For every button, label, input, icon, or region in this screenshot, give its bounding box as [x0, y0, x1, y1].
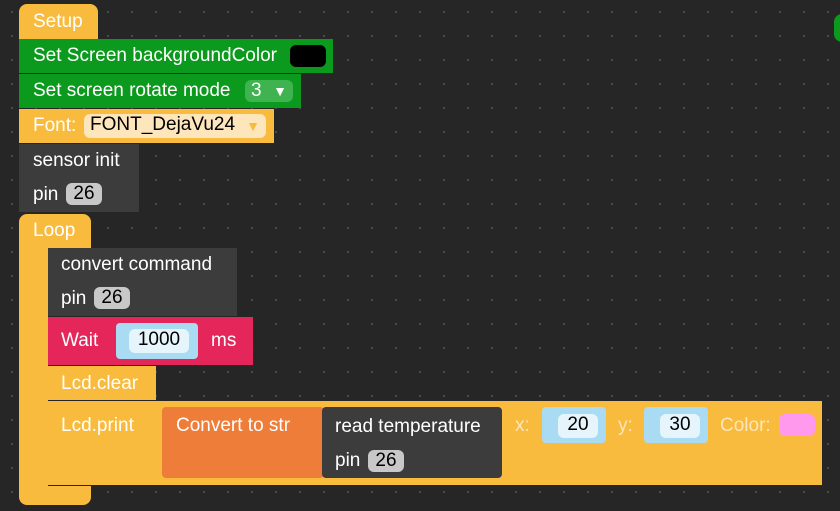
set-background-color-block[interactable]: Set Screen backgroundColor	[19, 39, 333, 73]
wait-value: 1000	[137, 329, 181, 350]
read-temperature-block[interactable]: read temperature pin 26	[322, 407, 502, 478]
convert-pin-label: pin	[61, 288, 87, 309]
sensor-init-label: sensor init	[33, 150, 120, 171]
font-block[interactable]: Font: FONT_DejaVu24 ▼	[19, 109, 274, 143]
setup-hat-block[interactable]: Setup	[19, 4, 98, 40]
rotate-mode-label: Set screen rotate mode	[33, 80, 231, 101]
read-pin-label: pin	[335, 450, 361, 471]
x-label: x:	[515, 415, 530, 436]
offscreen-block-fragment	[834, 14, 840, 42]
read-pin-input[interactable]: 26	[368, 450, 404, 472]
setup-label: Setup	[33, 11, 83, 32]
convert-pin-input[interactable]: 26	[94, 287, 130, 309]
font-dropdown[interactable]: FONT_DejaVu24 ▼	[84, 114, 266, 138]
lcd-clear-block[interactable]: Lcd.clear	[48, 366, 156, 400]
font-label: Font:	[33, 115, 77, 136]
text-color-swatch[interactable]	[779, 414, 815, 436]
chevron-down-icon: ▼	[273, 83, 287, 99]
x-value-input[interactable]: 20	[558, 414, 598, 438]
loop-block-arm	[19, 247, 48, 487]
wait-value-input[interactable]: 1000	[129, 329, 189, 353]
loop-block-top[interactable]: Loop	[19, 214, 91, 248]
set-rotate-mode-block[interactable]: Set screen rotate mode 3 ▼	[19, 74, 301, 108]
convert-to-str-block[interactable]: Convert to str	[162, 407, 324, 478]
lcd-print-label: Lcd.print	[61, 415, 134, 436]
y-value-input[interactable]: 30	[660, 414, 700, 438]
rotate-mode-value: 3	[251, 80, 262, 101]
wait-unit-label: ms	[211, 330, 237, 351]
bg-color-swatch[interactable]	[290, 45, 326, 67]
lcd-clear-label: Lcd.clear	[61, 373, 139, 394]
sensor-pin-label: pin	[33, 184, 59, 205]
color-label: Color:	[720, 415, 771, 436]
convert-to-str-label: Convert to str	[176, 415, 291, 436]
lcd-print-block[interactable]: Lcd.print Convert to str read temperatur…	[48, 401, 822, 485]
font-value: FONT_DejaVu24	[90, 114, 236, 135]
convert-command-label: convert command	[61, 254, 213, 275]
sensor-init-block[interactable]: sensor init pin 26	[19, 144, 139, 212]
loop-label: Loop	[33, 220, 76, 241]
y-value: 30	[669, 414, 691, 435]
sensor-pin-input[interactable]: 26	[66, 183, 102, 205]
convert-command-block[interactable]: convert command pin 26	[48, 248, 237, 316]
chevron-down-icon: ▼	[246, 118, 260, 134]
sensor-pin-value: 26	[73, 183, 95, 204]
read-temperature-label: read temperature	[335, 416, 481, 437]
rotate-mode-dropdown[interactable]: 3 ▼	[245, 80, 293, 102]
read-pin-value: 26	[375, 450, 397, 471]
y-label: y:	[618, 415, 633, 436]
bg-color-label: Set Screen backgroundColor	[33, 45, 277, 66]
wait-block[interactable]: Wait 1000 ms	[48, 317, 253, 365]
loop-block-bottom	[19, 486, 91, 505]
x-value: 20	[567, 414, 589, 435]
wait-label: Wait	[61, 330, 99, 351]
convert-pin-value: 26	[101, 287, 123, 308]
